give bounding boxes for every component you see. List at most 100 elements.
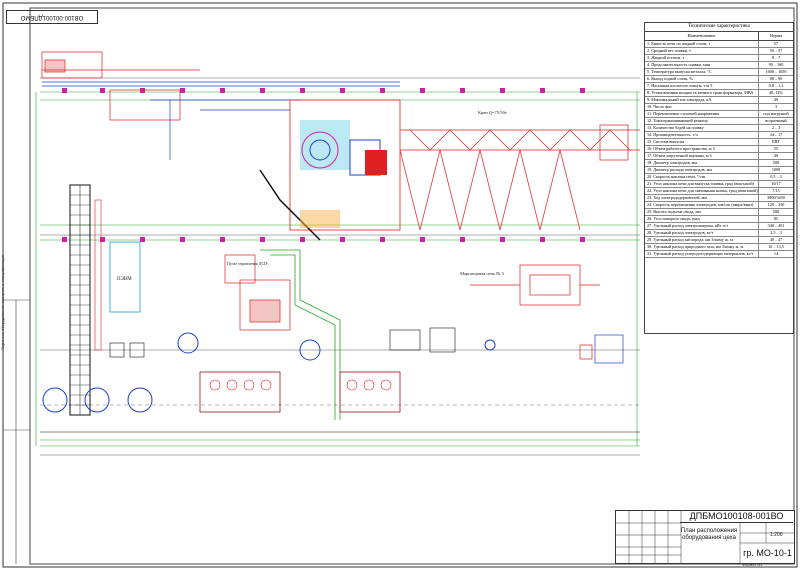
row-value: 10/17 [771, 181, 781, 186]
row-value: 40 .. 47 [769, 237, 783, 242]
row-value: 2,5 .. 3 [770, 230, 782, 235]
table-row: 11. Переключение ступеней напряжения под … [645, 111, 793, 118]
table-row: 4. Продолжительность плавки, мин 90 .. 16… [645, 62, 793, 69]
right-ladle [579, 334, 624, 364]
table-row: 8. Установленная мощность печного трансф… [645, 90, 793, 97]
row-name: 7. Насыпная плотность шихты, т/м 3 [645, 83, 759, 89]
row-name: 26. Угол поворота свода, град [645, 216, 759, 222]
row-value: 55 [773, 146, 779, 151]
tech-characteristics-table: Технические характеристика Наименование … [644, 22, 794, 334]
table-row: 24. Скорость перемещения электродов, мм/… [645, 202, 793, 209]
pevm-label: ПЭВМ [117, 277, 132, 282]
table-row: 31. Удельный расход углеродосодержащих м… [645, 251, 793, 258]
row-value: 1600 .. 1650 [765, 69, 787, 74]
green-route [260, 249, 341, 420]
row-value: 340 .. 401 [767, 223, 785, 228]
table-row: 3. Жидкий остаток, т 8 .. 7 [645, 55, 793, 62]
table-row: 1. Емкость печи по жидкой стали, т 57 [645, 41, 793, 48]
row-value: 10 .. 13,5 [768, 244, 784, 249]
row-name: 6. Выход годной стали, % [645, 76, 759, 82]
row-value: 88 .. 90 [769, 76, 783, 81]
table-row: 27. Удельный расход электроэнергии, кВт·… [645, 223, 793, 230]
table-row: 2. Средний вес плавки, т 50 .. 57 [645, 48, 793, 55]
format-label: Формат А1 [742, 562, 763, 567]
row-name: 5. Температура выпуска металла, °С [645, 69, 759, 75]
row-name: 23. Ход электрододержателей, мм [645, 195, 759, 201]
table-row: 7. Насыпная плотность шихты, т/м 3 0,8 ..… [645, 83, 793, 90]
row-name: 11. Переключение ступеней напряжения [645, 111, 759, 117]
row-value: 90 .. 160 [768, 62, 784, 67]
table-title: Технические характеристика [688, 24, 750, 29]
col-name: Наименование [645, 32, 759, 40]
drawing-title: План расположения оборудования цеха [680, 524, 738, 554]
table-row: 30. Удельный расход природного газа, нм … [645, 244, 793, 251]
row-name: 1. Емкость печи по жидкой стали, т [645, 41, 759, 47]
row-value: 49 [773, 97, 779, 102]
row-value: 8 .. 7 [771, 55, 781, 60]
drawing-title-line1: План расположения [680, 528, 738, 534]
table-row: 15. Система выпуска ЕВТ [645, 139, 793, 146]
furnace-cluster [259, 99, 401, 241]
row-value: 0,5 .. 3 [770, 174, 782, 179]
row-name: 2. Средний вес плавки, т [645, 48, 759, 54]
row-value: 508 [772, 160, 780, 165]
red-rail [94, 199, 102, 351]
row-value: 120 .. 250 [767, 202, 785, 207]
row-value: 3 [774, 104, 778, 109]
ladle-row [199, 371, 401, 413]
row-name: 9. Максимальный ток электрода, кА [645, 97, 759, 103]
top-code: ОВ100-001001ДПБМО [6, 10, 98, 24]
row-name: 30. Удельный расход природного газа, нм … [645, 244, 759, 250]
row-name: 20. Скорость наклона печи, °/сек [645, 174, 759, 180]
crane-truss [399, 124, 640, 231]
table-row: 28. Удельный расход электродов, кг/т 2,5 … [645, 230, 793, 237]
table-row: 22. Угол наклона печи для скачивания шла… [645, 188, 793, 195]
row-value: 3800/3450 [767, 195, 785, 200]
row-value: ЕВТ [772, 139, 780, 144]
row-name: 21. Угол наклона печи для выпуска плавки… [645, 181, 759, 187]
row-name: 29. Удельный расход кислорода, нм 3/кмму… [645, 237, 759, 243]
row-name: 28. Удельный расход электродов, кг/т [645, 230, 759, 236]
small-equipment [109, 327, 456, 358]
row-name: 22. Угол наклона печи для скачивания шла… [647, 188, 759, 194]
row-name: 3. Жидкий остаток, т [645, 55, 759, 61]
ladle-circles [209, 379, 392, 391]
row-value: 0,8 .. 1,2 [768, 83, 784, 88]
row-name: 16. Объем рабочего пространства, м 3 [645, 146, 759, 152]
row-value: 40, 12% [769, 90, 783, 95]
row-name: 19. Диаметр распада электродов, мм [645, 167, 759, 173]
row-value: 34 .. 17 [769, 132, 783, 137]
drawing-group: гр. МО-10-1 [743, 548, 792, 558]
control-area [224, 254, 291, 331]
col-value: Норма [769, 33, 783, 38]
row-value: под нагрузкой [763, 111, 789, 116]
row-value: 7/15 [772, 188, 780, 193]
drawing-title-line2: оборудования цеха [682, 535, 736, 541]
table-row: 20. Скорость наклона печи, °/сек 0,5 .. 3 [645, 174, 793, 181]
furnace-label: Марганцовая печь № 3 [460, 271, 505, 276]
row-name: 18. Диаметр электродов, мм [645, 160, 759, 166]
table-header: Наименование Норма [645, 31, 793, 41]
row-name: 4. Продолжительность плавки, мин [645, 62, 759, 68]
table-row: 23. Ход электрододержателей, мм 3800/3450 [645, 195, 793, 202]
row-name: 13. Количество бадей на плавку [645, 125, 759, 131]
row-name: 14. Производительность, т/ч [645, 132, 759, 138]
table-row: 19. Диаметр распада электродов, мм 1000 [645, 167, 793, 174]
row-name: 24. Скорость перемещения электродов, мм/… [645, 202, 759, 208]
row-value: 50 .. 57 [769, 48, 783, 53]
table-rows: 1. Емкость печи по жидкой стали, т 57 2. С… [645, 41, 793, 258]
drawing-scale: 1:200 [770, 532, 783, 538]
conveyor [69, 184, 91, 416]
row-value: 85 [773, 216, 779, 221]
table-row: 29. Удельный расход кислорода, нм 3/кмму… [645, 237, 793, 244]
row-name: 10. Число фаз [645, 104, 759, 110]
row-value: 500 [772, 209, 780, 214]
row-value: 57 [773, 41, 779, 46]
table-row: 18. Диаметр электродов, мм 508 [645, 160, 793, 167]
row-name: 12. Токоограничивающий реактор [645, 118, 759, 124]
control-label: Пульт управления ДСП- [227, 261, 269, 266]
row-value: 14 [773, 251, 779, 256]
crane-label: Кран Q=75/30т [478, 110, 507, 115]
table-row: 17. Объем загрузочной корзины, м 3 40 [645, 153, 793, 160]
table-row: 6. Выход годной стали, % 88 .. 90 [645, 76, 793, 83]
